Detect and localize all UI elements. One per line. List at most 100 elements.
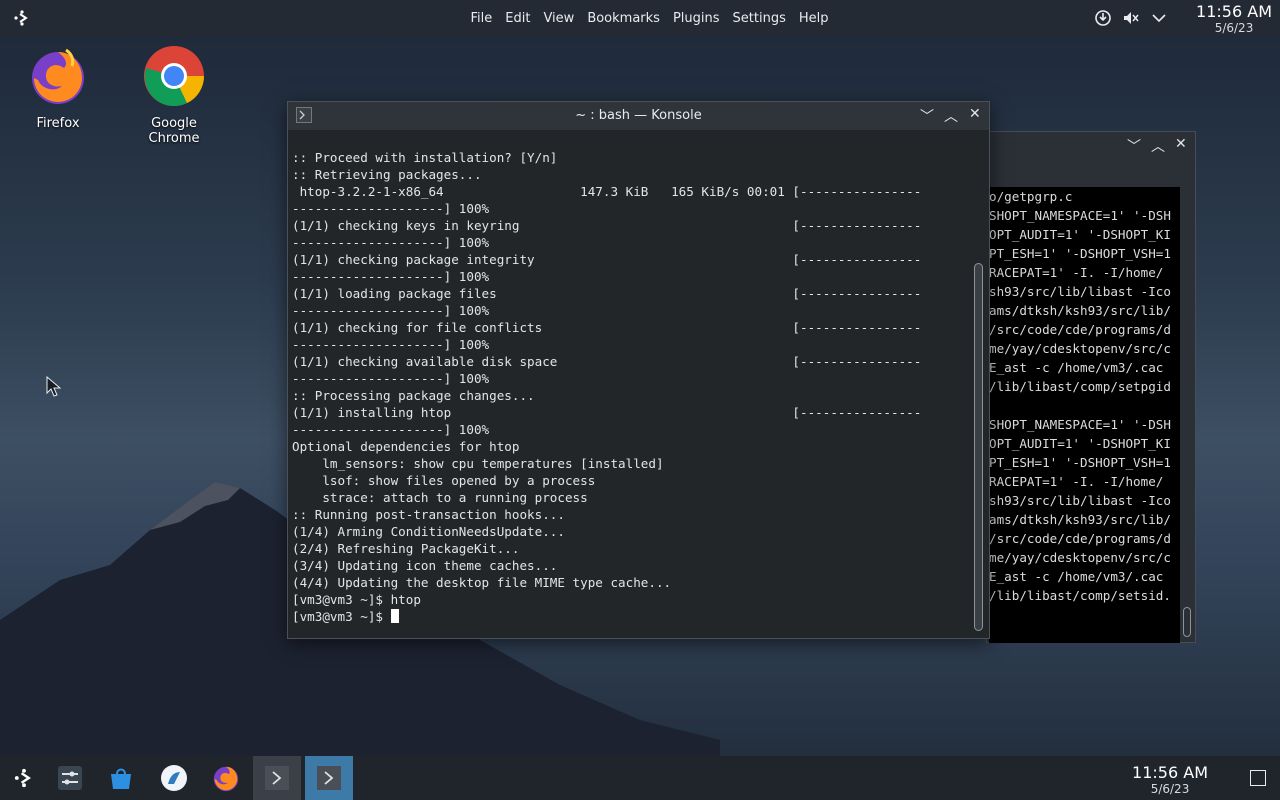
konsole-titlebar[interactable]: ~ : bash — Konsole ﹀ ︿ ✕ bbox=[288, 102, 989, 130]
taskbar-system-settings[interactable] bbox=[46, 756, 94, 800]
firefox-icon bbox=[32, 48, 84, 104]
background-terminal-window[interactable]: ﹀ ︿ ✕ o/getpgrp.c SHOPT_NAMESPACE=1' '-DS… bbox=[986, 131, 1196, 643]
terminal-line: --------------------] 100% bbox=[292, 269, 490, 284]
maximize-button[interactable]: ︿ bbox=[1151, 136, 1165, 156]
terminal-line: --------------------] 100% bbox=[292, 422, 490, 437]
terminal-line: :: Running post-transaction hooks... bbox=[292, 507, 565, 522]
terminal-line: (1/1) checking keys in keyring [--------… bbox=[292, 218, 922, 233]
network-update-icon[interactable] bbox=[1094, 9, 1112, 27]
terminal-line: OPT_AUDIT=1' '-DSHOPT_KI bbox=[989, 227, 1171, 242]
clock-date: 5/6/23 bbox=[1214, 21, 1254, 35]
system-tray bbox=[1094, 9, 1168, 27]
terminal-prompt: [vm3@vm3 ~]$ bbox=[292, 609, 391, 624]
text-cursor bbox=[390, 609, 399, 623]
desktop-icon-google-chrome[interactable]: Google Chrome bbox=[124, 44, 224, 146]
bird-app-icon bbox=[161, 765, 187, 791]
terminal-prompt-line[interactable]: [vm3@vm3 ~]$ bbox=[292, 608, 968, 625]
terminal-line: (1/4) Arming ConditionNeedsUpdate... bbox=[292, 524, 565, 539]
terminal-icon bbox=[265, 766, 289, 790]
background-scrollbar[interactable] bbox=[1182, 187, 1191, 643]
volume-muted-icon[interactable] bbox=[1122, 9, 1140, 27]
background-window-titlebar[interactable]: ﹀ ︿ ✕ bbox=[987, 132, 1195, 158]
konsole-window[interactable]: ~ : bash — Konsole ﹀ ︿ ✕ :: Proceed with… bbox=[287, 101, 990, 639]
terminal-line: --------------------] 100% bbox=[292, 201, 490, 216]
desktop-icon-label: Google Chrome bbox=[148, 116, 200, 146]
terminal-line: sh93/src/lib/libast -Ico bbox=[989, 493, 1171, 508]
menu-edit[interactable]: Edit bbox=[499, 11, 537, 26]
terminal-line: lsof: show files opened by a process bbox=[292, 473, 596, 488]
terminal-line: RACEPAT=1' -I. -I/home/ bbox=[989, 474, 1164, 489]
terminal-line: E_ast -c /home/vm3/.cac bbox=[989, 569, 1164, 584]
terminal-line: :: Proceed with installation? [Y/n] bbox=[292, 150, 558, 165]
terminal-line: (1/1) installing htop [---------------- bbox=[292, 405, 922, 420]
chrome-icon bbox=[144, 46, 204, 107]
desktop-icon-label: Firefox bbox=[36, 116, 80, 131]
clock-time: 11:56 AM bbox=[1132, 763, 1208, 782]
terminal-output[interactable]: :: Proceed with installation? [Y/n]:: Re… bbox=[292, 149, 968, 627]
taskbar-terminal-1[interactable] bbox=[253, 756, 301, 800]
terminal-line: [vm3@vm3 ~]$ htop bbox=[292, 592, 421, 607]
terminal-line: --------------------] 100% bbox=[292, 337, 490, 352]
scrollbar-thumb[interactable] bbox=[974, 263, 983, 631]
close-button[interactable]: ✕ bbox=[1175, 136, 1187, 152]
application-launcher-icon[interactable] bbox=[12, 8, 32, 28]
terminal-scrollbar[interactable] bbox=[973, 135, 983, 635]
menu-view[interactable]: View bbox=[537, 11, 581, 26]
firefox-icon bbox=[213, 766, 239, 792]
terminal-line: E_ast -c /home/vm3/.cac bbox=[989, 360, 1164, 375]
mouse-pointer-icon bbox=[46, 376, 62, 397]
terminal-line: o/getpgrp.c bbox=[989, 189, 1073, 204]
application-launcher-icon bbox=[14, 768, 31, 788]
taskbar-terminal-2[interactable] bbox=[305, 756, 353, 800]
terminal-line: SHOPT_NAMESPACE=1' '-DSH bbox=[989, 208, 1171, 223]
terminal-line: --------------------] 100% bbox=[292, 235, 490, 250]
terminal-line: (3/4) Updating icon theme caches... bbox=[292, 558, 558, 573]
minimize-button[interactable]: ﹀ bbox=[920, 106, 934, 126]
menu-file[interactable]: File bbox=[464, 11, 499, 26]
terminal-line: (2/4) Refreshing PackageKit... bbox=[292, 541, 520, 556]
taskbar-clock[interactable]: 11:56 AM 5/6/23 bbox=[1132, 763, 1208, 797]
menu-plugins[interactable]: Plugins bbox=[666, 11, 726, 26]
taskbar-launcher[interactable] bbox=[0, 756, 48, 800]
menu-help[interactable]: Help bbox=[792, 11, 835, 26]
terminal-line: me/yay/cdesktopenv/src/c bbox=[989, 341, 1171, 356]
show-desktop-button[interactable] bbox=[1250, 770, 1266, 786]
window-title: ~ : bash — Konsole bbox=[575, 108, 702, 123]
close-button[interactable]: ✕ bbox=[969, 106, 981, 122]
terminal-line: lm_sensors: show cpu temperatures [insta… bbox=[292, 456, 664, 471]
terminal-line: Optional dependencies for htop bbox=[292, 439, 520, 454]
terminal-line: strace: attach to a running process bbox=[292, 490, 588, 505]
terminal-line: ams/dtksh/ksh93/src/lib/ bbox=[989, 512, 1171, 527]
terminal-line: /src/code/cde/programs/d bbox=[989, 322, 1171, 337]
terminal-line: me/yay/cdesktopenv/src/c bbox=[989, 550, 1171, 565]
maximize-button[interactable]: ︿ bbox=[944, 106, 958, 126]
taskbar-firefox[interactable] bbox=[202, 756, 250, 800]
desktop-icon-firefox[interactable]: Firefox bbox=[8, 44, 108, 131]
scrollbar-thumb[interactable] bbox=[1183, 607, 1191, 637]
background-terminal-output[interactable]: o/getpgrp.c SHOPT_NAMESPACE=1' '-DSH OPT_A… bbox=[989, 187, 1180, 643]
terminal-line: RACEPAT=1' -I. -I/home/ bbox=[989, 265, 1164, 280]
terminal-line: htop-3.2.2-1-x86_64 147.3 KiB 165 KiB/s … bbox=[292, 184, 922, 199]
chevron-down-icon[interactable] bbox=[1150, 9, 1168, 27]
terminal-line: sh93/src/lib/libast -Ico bbox=[989, 284, 1171, 299]
terminal-line: (1/1) loading package files [-----------… bbox=[292, 286, 922, 301]
taskbar: 11:56 AM 5/6/23 bbox=[0, 756, 1280, 800]
terminal-line: :: Processing package changes... bbox=[292, 388, 535, 403]
minimize-button[interactable]: ﹀ bbox=[1127, 136, 1141, 156]
terminal-line: :: Retrieving packages... bbox=[292, 167, 482, 182]
taskbar-bird-app[interactable] bbox=[150, 756, 198, 800]
global-menu: File Edit View Bookmarks Plugins Setting… bbox=[464, 0, 835, 36]
discover-store-icon bbox=[111, 768, 131, 789]
taskbar-discover[interactable] bbox=[97, 756, 145, 800]
panel-clock[interactable]: 11:56 AM 5/6/23 bbox=[1196, 3, 1272, 36]
terminal-line: --------------------] 100% bbox=[292, 371, 490, 386]
terminal-line: PT_ESH=1' '-DSHOPT_VSH=1 bbox=[989, 455, 1171, 470]
terminal-icon bbox=[317, 766, 341, 790]
terminal-line: /lib/libast/comp/setsid. bbox=[989, 588, 1171, 603]
terminal-line: OPT_AUDIT=1' '-DSHOPT_KI bbox=[989, 436, 1171, 451]
menu-settings[interactable]: Settings bbox=[726, 11, 792, 26]
terminal-line: (1/1) checking package integrity [------… bbox=[292, 252, 922, 267]
menu-bookmarks[interactable]: Bookmarks bbox=[581, 11, 667, 26]
top-panel: File Edit View Bookmarks Plugins Setting… bbox=[0, 0, 1280, 36]
terminal-line: (1/1) checking for file conflicts [-----… bbox=[292, 320, 922, 335]
